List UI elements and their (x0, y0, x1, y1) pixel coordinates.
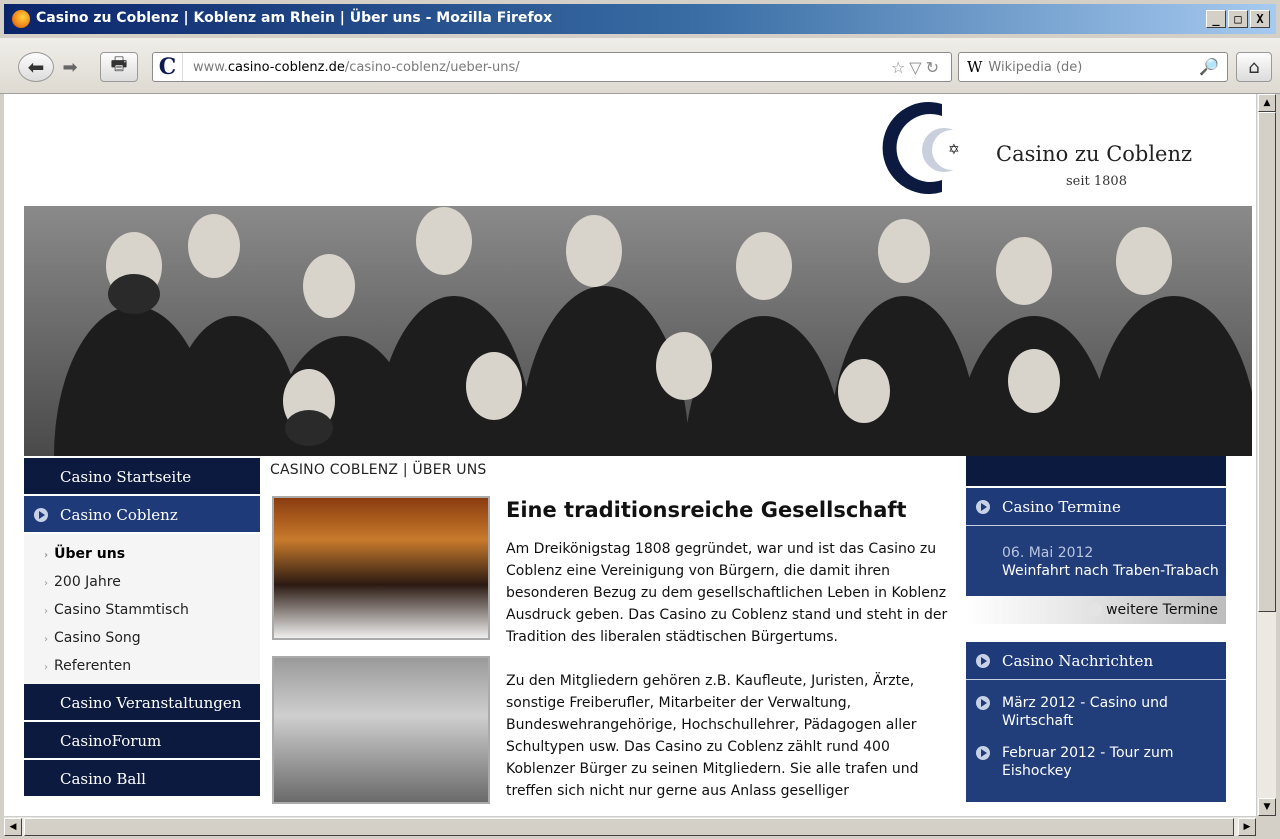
bookmark-star-icon[interactable]: ☆▽↻ (891, 58, 943, 77)
event-box[interactable]: 06. Mai 2012 Weinfahrt nach Traben-Traba… (966, 526, 1226, 596)
subnav-referenten[interactable]: › Referenten (24, 652, 260, 680)
news-item[interactable]: Februar 2012 - Tour zum Eishockey (966, 744, 1226, 780)
chevron-right-icon: › (44, 662, 48, 673)
article-title: Eine traditionsreiche Gesellschaft (506, 498, 907, 522)
play-bullet-icon (976, 746, 990, 760)
termine-header[interactable]: Casino Termine (966, 488, 1226, 526)
play-bullet-icon (1088, 603, 1102, 617)
window-titlebar: Casino zu Coblenz | Koblenz am Rhein | Ü… (0, 0, 1280, 38)
back-arrow-icon: ⬅ (27, 55, 45, 79)
article-paragraph-2: Zu den Mitgliedern gehören z.B. Kaufleut… (506, 673, 919, 799)
forward-button[interactable]: ➡ (56, 52, 84, 82)
subnav-200-jahre[interactable]: › 200 Jahre (24, 568, 260, 596)
nav-casino-veranstaltungen[interactable]: Casino Veranstaltungen (24, 684, 260, 722)
right-sidebar: Casino Termine 06. Mai 2012 Weinfahrt na… (966, 456, 1226, 802)
vertical-scroll-thumb[interactable] (1258, 112, 1276, 612)
event-title: Weinfahrt nach Traben-Trabach (1002, 563, 1219, 579)
play-bullet-icon (976, 696, 990, 710)
nav-casino-coblenz-label: Casino Coblenz (60, 506, 178, 524)
back-button[interactable]: ⬅ (18, 52, 54, 82)
scroll-up-icon[interactable]: ▲ (1258, 94, 1276, 112)
chevron-right-icon: › (44, 606, 48, 617)
article-paragraph-1: Am Dreikönigstag 1808 gegründet, war und… (506, 541, 948, 645)
more-termine-link[interactable]: weitere Termine (966, 596, 1226, 624)
subnavigation: › Über uns › 200 Jahre › Casino Stammtisch … (24, 534, 260, 684)
site-favicon-icon: C (153, 53, 183, 81)
subnav-casino-stammtisch[interactable]: › Casino Stammtisch (24, 596, 260, 624)
subnav-casino-song[interactable]: › Casino Song (24, 624, 260, 652)
horizontal-scrollbar[interactable]: ◀ ▶ (4, 816, 1256, 836)
home-icon: ⌂ (1248, 56, 1260, 78)
search-placeholder: Wikipedia (de) (988, 59, 1083, 75)
news-header[interactable]: Casino Nachrichten (966, 642, 1226, 680)
scroll-right-icon[interactable]: ▶ (1238, 818, 1256, 836)
chevron-right-icon: › (44, 634, 48, 645)
printer-icon: 🖶 (110, 54, 128, 75)
garden-photo (272, 656, 490, 804)
news-list: März 2012 - Casino und Wirtschaft Februa… (966, 680, 1226, 802)
logo-name: Casino zu Coblenz (996, 142, 1193, 166)
event-photo (272, 496, 490, 640)
chevron-right-icon: › (44, 578, 48, 589)
nav-casino-ball[interactable]: Casino Ball (24, 760, 260, 798)
firefox-icon (12, 10, 30, 28)
scroll-down-icon[interactable]: ▼ (1258, 798, 1276, 816)
logo-since: seit 1808 (1066, 174, 1127, 189)
breadcrumb: CASINO COBLENZ | ÜBER UNS (270, 462, 487, 478)
chevron-right-icon: › (44, 550, 49, 561)
search-icon[interactable]: 🔎 (1199, 57, 1219, 76)
nav-casino-startseite[interactable]: Casino Startseite (24, 458, 260, 496)
url-text: www.casino-coblenz.de/casino-coblenz/ueb… (193, 59, 520, 75)
navigation-toolbar: ⬅ ➡ 🖶 C www.casino-coblenz.de/casino-cob… (0, 38, 1280, 94)
minimize-button[interactable]: _ (1206, 10, 1226, 28)
print-button[interactable]: 🖶 (100, 52, 138, 82)
vertical-scrollbar[interactable]: ▲ ▼ (1256, 94, 1276, 816)
play-bullet-icon (976, 654, 990, 668)
forward-arrow-icon: ➡ (62, 56, 78, 78)
scroll-left-icon[interactable]: ◀ (4, 818, 22, 836)
page-viewport: ✡ Casino zu Coblenz seit 1808 Casino Sta… (4, 94, 1256, 816)
left-navigation: Casino Startseite Casino Coblenz › Über u… (24, 458, 260, 798)
play-bullet-icon (34, 508, 48, 522)
titlebar-bar: Casino zu Coblenz | Koblenz am Rhein | Ü… (4, 4, 1276, 34)
historic-group-photo (24, 206, 1252, 456)
sidebar-top-bar (966, 456, 1226, 488)
news-item[interactable]: März 2012 - Casino und Wirtschaft (966, 694, 1226, 730)
close-button[interactable]: X (1250, 10, 1270, 28)
maximize-button[interactable]: □ (1228, 10, 1248, 28)
search-engine-icon[interactable]: W (959, 58, 988, 76)
search-bar[interactable]: W Wikipedia (de) 🔎 (958, 52, 1228, 82)
window-title: Casino zu Coblenz | Koblenz am Rhein | Ü… (36, 10, 553, 26)
url-bar[interactable]: C www.casino-coblenz.de/casino-coblenz/u… (152, 52, 952, 82)
nav-casino-coblenz[interactable]: Casino Coblenz (24, 496, 260, 534)
horizontal-scroll-thumb[interactable] (24, 818, 1234, 836)
event-date: 06. Mai 2012 (1002, 545, 1094, 561)
home-button[interactable]: ⌂ (1236, 52, 1272, 82)
play-bullet-icon (976, 500, 990, 514)
subnav-ueber-uns[interactable]: › Über uns (24, 540, 260, 568)
nav-casinoforum[interactable]: CasinoForum (24, 722, 260, 760)
star-of-david-icon: ✡ (948, 142, 960, 158)
